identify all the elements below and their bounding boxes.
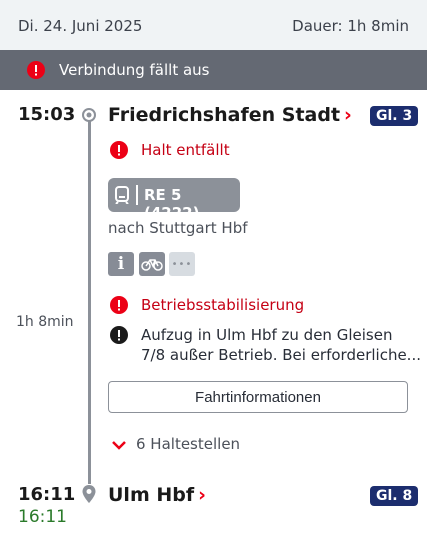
stop-status-text: Halt entfällt [141, 141, 230, 159]
arrival-platform-badge: Gl. 8 [370, 486, 419, 506]
arrival-actual-time: 16:11 [18, 507, 67, 527]
train-destination: nach Stuttgart Hbf [108, 219, 248, 237]
departure-platform-badge: Gl. 3 [370, 106, 419, 126]
notice-line-2: 7/8 außer Betrieb. Bei erforderliche... [141, 346, 421, 364]
train-icon [115, 186, 129, 208]
chevron-right-icon: › [198, 484, 206, 506]
badge-divider [136, 185, 138, 205]
chevron-right-icon: › [344, 104, 352, 126]
train-label: RE 5 (4222) [144, 186, 200, 222]
travel-duration: 1h 8min [16, 314, 74, 330]
stops-toggle[interactable]: 6 Haltestellen [112, 435, 240, 454]
header-bar: Di. 24. Juni 2025 Dauer: 1h 8min [0, 0, 427, 50]
alert-icon [109, 140, 129, 164]
train-badge[interactable]: RE 5 (4222) [108, 178, 240, 222]
arrival-station-link[interactable]: Ulm Hbf › [108, 484, 206, 506]
arrival-station-name: Ulm Hbf [108, 484, 195, 506]
chevron-down-icon [112, 436, 126, 454]
stops-count: 6 Haltestellen [136, 435, 241, 453]
departure-station-link[interactable]: Friedrichshafen Stadt › [108, 104, 352, 126]
notice-line-1: Aufzug in Ulm Hbf zu den Gleisen [141, 326, 393, 344]
alert-icon [109, 295, 129, 319]
disruption-title: Betriebsstabilisierung [141, 296, 305, 314]
journey-line [88, 120, 91, 484]
trip-info-button[interactable]: Fahrtinformationen [108, 381, 408, 413]
bicycle-icon[interactable] [139, 252, 165, 276]
cancellation-text: Verbindung fällt aus [59, 61, 210, 79]
cancellation-banner: Verbindung fällt aus [0, 50, 427, 90]
trip-date: Di. 24. Juni 2025 [18, 17, 143, 35]
notice-icon [109, 325, 129, 349]
departure-time: 15:03 [18, 104, 76, 125]
notice-text[interactable]: Aufzug in Ulm Hbf zu den Gleisen 7/8 auß… [141, 325, 421, 365]
trip-duration: Dauer: 1h 8min [292, 17, 409, 35]
info-icon[interactable]: i [108, 252, 134, 276]
location-pin-icon [81, 484, 97, 508]
arrival-time: 16:11 [18, 484, 76, 505]
departure-station-name: Friedrichshafen Stadt [108, 104, 341, 126]
more-icon[interactable]: ••• [169, 252, 195, 276]
alert-icon [27, 61, 45, 83]
